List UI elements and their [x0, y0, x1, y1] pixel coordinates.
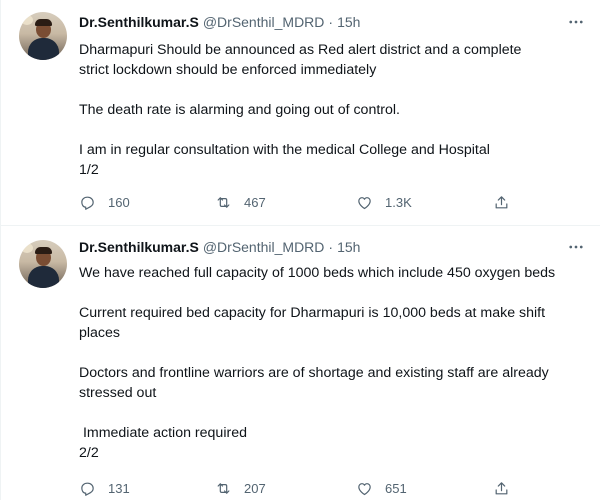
like-button[interactable]: 1.3K — [356, 190, 412, 214]
tweet-header: Dr.Senthilkumar.S @DrSenthil_MDRD · 15h — [79, 237, 360, 257]
separator-dot: · — [328, 239, 334, 255]
tweet-header: Dr.Senthilkumar.S @DrSenthil_MDRD · 15h — [79, 12, 360, 32]
tweet-text-line: The death rate is alarming and going out… — [79, 102, 400, 118]
tweet[interactable]: Dr.Senthilkumar.S @DrSenthil_MDRD · 15h … — [1, 227, 600, 500]
retweet-button[interactable]: 207 — [215, 476, 266, 500]
heart-icon — [356, 480, 373, 497]
like-count: 651 — [385, 480, 407, 496]
avatar[interactable] — [19, 240, 67, 288]
timeline: Dr.Senthilkumar.S @DrSenthil_MDRD · 15h … — [0, 0, 600, 500]
tweet-text-blank-line — [79, 120, 589, 140]
tweet-text-line: We have reached full capacity of 1000 be… — [79, 265, 556, 281]
author-name[interactable]: Dr.Senthilkumar.S — [79, 14, 199, 30]
reply-button[interactable]: 160 — [79, 190, 130, 214]
tweet-text-line: places — [79, 325, 121, 341]
tweet-text: Dharmapuri Should be announced as Red al… — [79, 40, 589, 180]
tweet-text-line: stressed out — [79, 385, 157, 401]
tweet-text-line: I am in regular consultation with the me… — [79, 142, 490, 158]
reply-count: 160 — [108, 194, 130, 210]
retweet-count: 207 — [244, 480, 266, 496]
share-button[interactable] — [493, 476, 510, 500]
separator-dot: · — [328, 14, 334, 30]
avatar-background-light — [21, 243, 33, 253]
tweet-text-line: 2/2 — [79, 445, 99, 461]
avatar-hair — [35, 19, 52, 26]
avatar-background-light — [21, 15, 33, 25]
tweet-text-line: Doctors and frontline warriors are of sh… — [79, 365, 549, 381]
tweet-text-line: strict lockdown should be enforced immed… — [79, 62, 377, 78]
share-button[interactable] — [493, 190, 510, 214]
more-options-icon[interactable] — [565, 12, 587, 32]
avatar-hair — [35, 247, 52, 254]
retweet-icon — [215, 194, 232, 211]
tweet-text-blank-line — [79, 403, 589, 423]
author-handle[interactable]: @DrSenthil_MDRD — [203, 239, 325, 255]
timestamp[interactable]: 15h — [337, 239, 360, 255]
tweet-text-line: Immediate action required — [79, 425, 247, 441]
tweet-text: We have reached full capacity of 1000 be… — [79, 263, 589, 463]
avatar-body — [28, 266, 59, 288]
avatar-body — [28, 38, 59, 60]
tweet-text-blank-line — [79, 343, 589, 363]
tweet-text-blank-line — [79, 80, 589, 100]
retweet-icon — [215, 480, 232, 497]
tweet-actions: 160 467 1.3K — [77, 190, 517, 214]
share-icon — [493, 480, 510, 497]
heart-icon — [356, 194, 373, 211]
tweet-text-line: Current required bed capacity for Dharma… — [79, 305, 546, 321]
author-handle[interactable]: @DrSenthil_MDRD — [203, 14, 325, 30]
reply-icon — [79, 480, 96, 497]
retweet-button[interactable]: 467 — [215, 190, 266, 214]
avatar[interactable] — [19, 12, 67, 60]
tweet-text-blank-line — [79, 283, 589, 303]
like-count: 1.3K — [385, 194, 412, 210]
timestamp[interactable]: 15h — [337, 14, 360, 30]
tweet-text-line: 1/2 — [79, 162, 99, 178]
retweet-count: 467 — [244, 194, 266, 210]
reply-button[interactable]: 131 — [79, 476, 130, 500]
reply-icon — [79, 194, 96, 211]
reply-count: 131 — [108, 480, 130, 496]
author-name[interactable]: Dr.Senthilkumar.S — [79, 239, 199, 255]
more-options-icon[interactable] — [565, 237, 587, 257]
share-icon — [493, 194, 510, 211]
tweet-text-line: Dharmapuri Should be announced as Red al… — [79, 42, 522, 58]
tweet[interactable]: Dr.Senthilkumar.S @DrSenthil_MDRD · 15h … — [1, 0, 600, 226]
tweet-actions: 131 207 651 — [77, 476, 517, 500]
like-button[interactable]: 651 — [356, 476, 407, 500]
